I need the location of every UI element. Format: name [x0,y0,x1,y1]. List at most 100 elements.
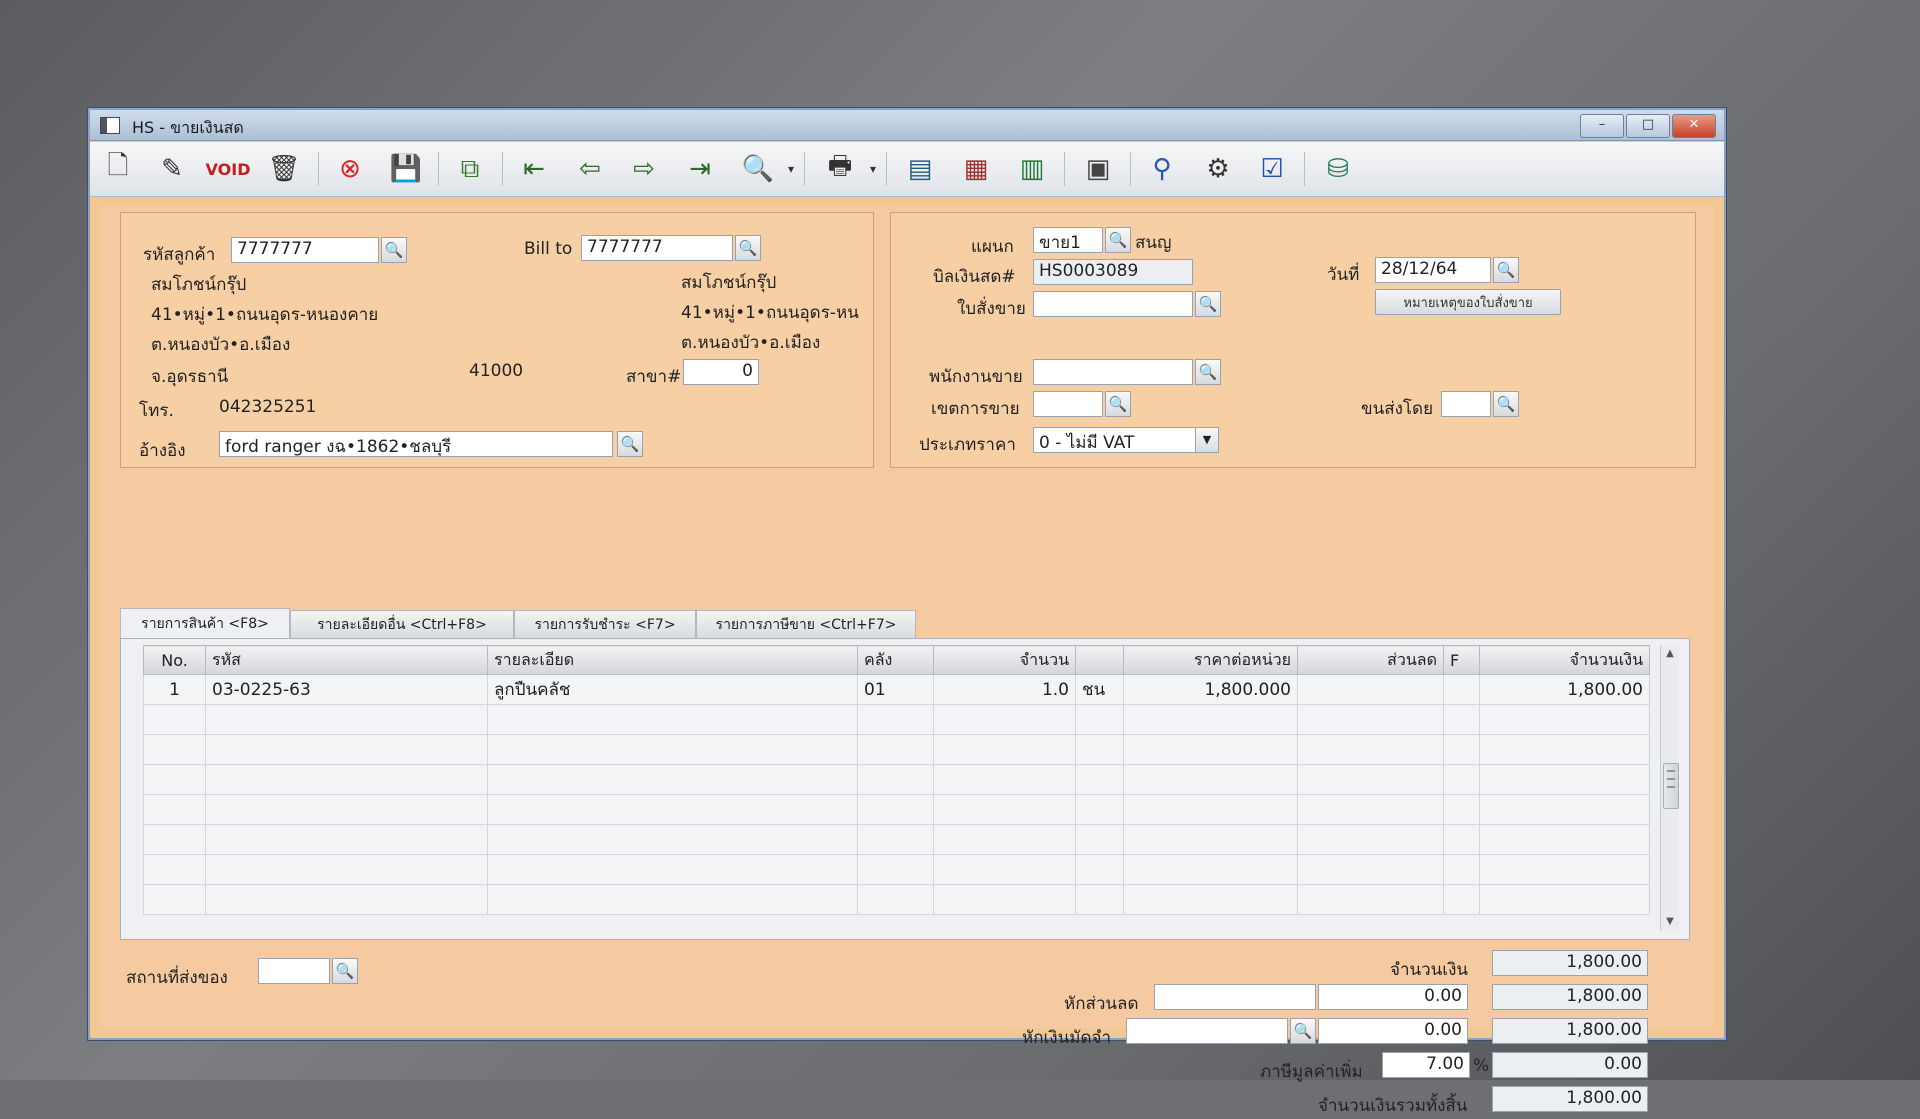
cell-quantity[interactable]: 1.0 [933,674,1076,705]
tab-other-details[interactable]: รายละเอียดอื่น <Ctrl+F8> [290,610,514,638]
col-no[interactable]: No. [143,645,206,675]
table-row[interactable] [143,764,1650,795]
salesperson-search-icon[interactable]: 🔍 [1195,359,1221,385]
edit-icon[interactable]: ✎ [152,150,192,188]
department-search-icon[interactable]: 🔍 [1105,227,1131,253]
department-input[interactable]: ขาย1 [1033,227,1103,253]
date-picker-icon[interactable]: 🔍 [1493,257,1519,283]
sales-order-note-button[interactable]: หมายเหตุของใบสั่งขาย [1375,289,1561,315]
new-doc-icon[interactable]: 🗋 [98,150,138,188]
tab-payments[interactable]: รายการรับชำระ <F7> [514,610,696,638]
reference-input[interactable]: ford ranger งฉ•1862•ชลบุรี [219,431,613,457]
shipping-input[interactable] [1441,391,1491,417]
customer-code-label: รหัสลูกค้า [143,245,216,265]
cell-unit-price[interactable]: 1,800.000 [1123,674,1298,705]
sales-order-input[interactable] [1033,291,1193,317]
col-code[interactable]: รหัส [205,645,488,675]
discount-text-input[interactable] [1154,984,1316,1010]
cell-description[interactable]: ลูกปืนคลัช [487,674,858,705]
col-description[interactable]: รายละเอียด [487,645,858,675]
col-amount[interactable]: จำนวนเงิน [1479,645,1650,675]
table-row[interactable]: 1 03-0225-63 ลูกปืนคลัช 01 1.0 ชน 1,800.… [143,674,1650,705]
scroll-up-icon[interactable]: ▲ [1661,645,1679,663]
tab-items[interactable]: รายการสินค้า <F8> [120,608,290,638]
minimize-button[interactable]: – [1580,114,1624,138]
save-icon[interactable]: 💾 [386,150,426,188]
tab-sales-tax[interactable]: รายการภาษีขาย <Ctrl+F7> [696,610,916,638]
search-dropdown-icon[interactable]: ▾ [784,150,798,188]
scroll-down-icon[interactable]: ▼ [1661,913,1679,931]
cell-unit[interactable]: ชน [1075,674,1124,705]
branch-input[interactable]: 0 [683,359,759,385]
table-row[interactable] [143,794,1650,825]
table-row[interactable] [143,824,1650,855]
deposit-text-input[interactable] [1126,1018,1288,1044]
delivery-place-input[interactable] [258,958,330,984]
reference-search-icon[interactable]: 🔍 [617,431,643,457]
customer-panel: รหัสลูกค้า 7777777 🔍 Bill to 7777777 🔍 ส… [120,212,874,468]
delivery-place-search-icon[interactable]: 🔍 [332,958,358,984]
export-icon[interactable]: ⛁ [1318,150,1358,188]
col-flag[interactable]: F [1443,645,1480,675]
print-icon[interactable]: 🖶 [820,150,860,188]
deposit-amount-input[interactable]: 0.00 [1318,1018,1468,1044]
col-warehouse[interactable]: คลัง [857,645,934,675]
cell-discount[interactable] [1297,674,1444,705]
cell-amount[interactable]: 1,800.00 [1479,674,1650,705]
cell-no[interactable]: 1 [143,674,206,705]
shipping-search-icon[interactable]: 🔍 [1493,391,1519,417]
customer-search-icon[interactable]: 🔍 [381,237,407,263]
cell-code[interactable]: 03-0225-63 [205,674,488,705]
amount-label: จำนวนเงิน [1390,960,1469,980]
first-record-icon[interactable]: ⇤ [514,150,554,188]
bill-number-input[interactable]: HS0003089 [1033,259,1193,285]
search-doc-icon[interactable]: 🔍 [738,150,778,188]
billto-search-icon[interactable]: 🔍 [735,235,761,261]
discount-amount-input[interactable]: 0.00 [1318,984,1468,1010]
table-row[interactable] [143,704,1650,735]
scroll-thumb[interactable] [1663,763,1679,809]
title-bar[interactable]: HS - ขายเงินสด – □ ✕ [90,110,1724,141]
grid-scrollbar[interactable]: ▲ ▼ [1660,645,1679,931]
chevron-down-icon[interactable]: ▼ [1195,428,1218,452]
void-icon[interactable]: VOID [206,150,251,188]
cell-warehouse[interactable]: 01 [857,674,934,705]
date-input[interactable]: 28/12/64 [1375,257,1491,283]
deposit-search-icon[interactable]: 🔍 [1290,1018,1316,1044]
discount-icon[interactable]: ▦ [956,150,996,188]
col-unit-price[interactable]: ราคาต่อหน่วย [1123,645,1298,675]
next-record-icon[interactable]: ⇨ [624,150,664,188]
cancel-icon[interactable]: ⊗ [330,150,370,188]
billto-input[interactable]: 7777777 [581,235,733,261]
print-dropdown-icon[interactable]: ▾ [866,150,880,188]
customer-code-input[interactable]: 7777777 [231,237,379,263]
copy-icon[interactable]: ⧉ [450,150,490,188]
sales-area-input[interactable] [1033,391,1103,417]
so-icon[interactable]: ▥ [1012,150,1052,188]
vat-amount-value: 0.00 [1492,1052,1648,1078]
table-row[interactable] [143,854,1650,885]
approve-icon[interactable]: ⚲ [1142,150,1182,188]
maximize-button[interactable]: □ [1626,114,1670,138]
sales-area-search-icon[interactable]: 🔍 [1105,391,1131,417]
cell-flag[interactable] [1443,674,1480,705]
form-area: รหัสลูกค้า 7777777 🔍 Bill to 7777777 🔍 ส… [100,206,1714,1116]
ok-icon[interactable]: ☑ [1252,150,1292,188]
vat-rate-input[interactable]: 7.00 [1382,1052,1470,1078]
col-discount[interactable]: ส่วนลด [1297,645,1444,675]
last-record-icon[interactable]: ⇥ [680,150,720,188]
return-icon[interactable]: ▣ [1078,150,1118,188]
date-label: วันที่ [1327,265,1360,285]
close-button[interactable]: ✕ [1672,114,1716,138]
table-row[interactable] [143,884,1650,915]
price-type-select[interactable]: 0 - ไม่มี VAT ▼ [1033,427,1219,453]
prev-record-icon[interactable]: ⇦ [570,150,610,188]
table-row[interactable] [143,734,1650,765]
credit-icon[interactable]: ⚙ [1198,150,1238,188]
sales-order-search-icon[interactable]: 🔍 [1195,291,1221,317]
delete-icon[interactable]: 🗑 [264,150,304,188]
col-quantity[interactable]: จำนวน [933,645,1076,675]
col-unit[interactable] [1075,645,1124,675]
sr-icon[interactable]: ▤ [900,150,940,188]
salesperson-input[interactable] [1033,359,1193,385]
